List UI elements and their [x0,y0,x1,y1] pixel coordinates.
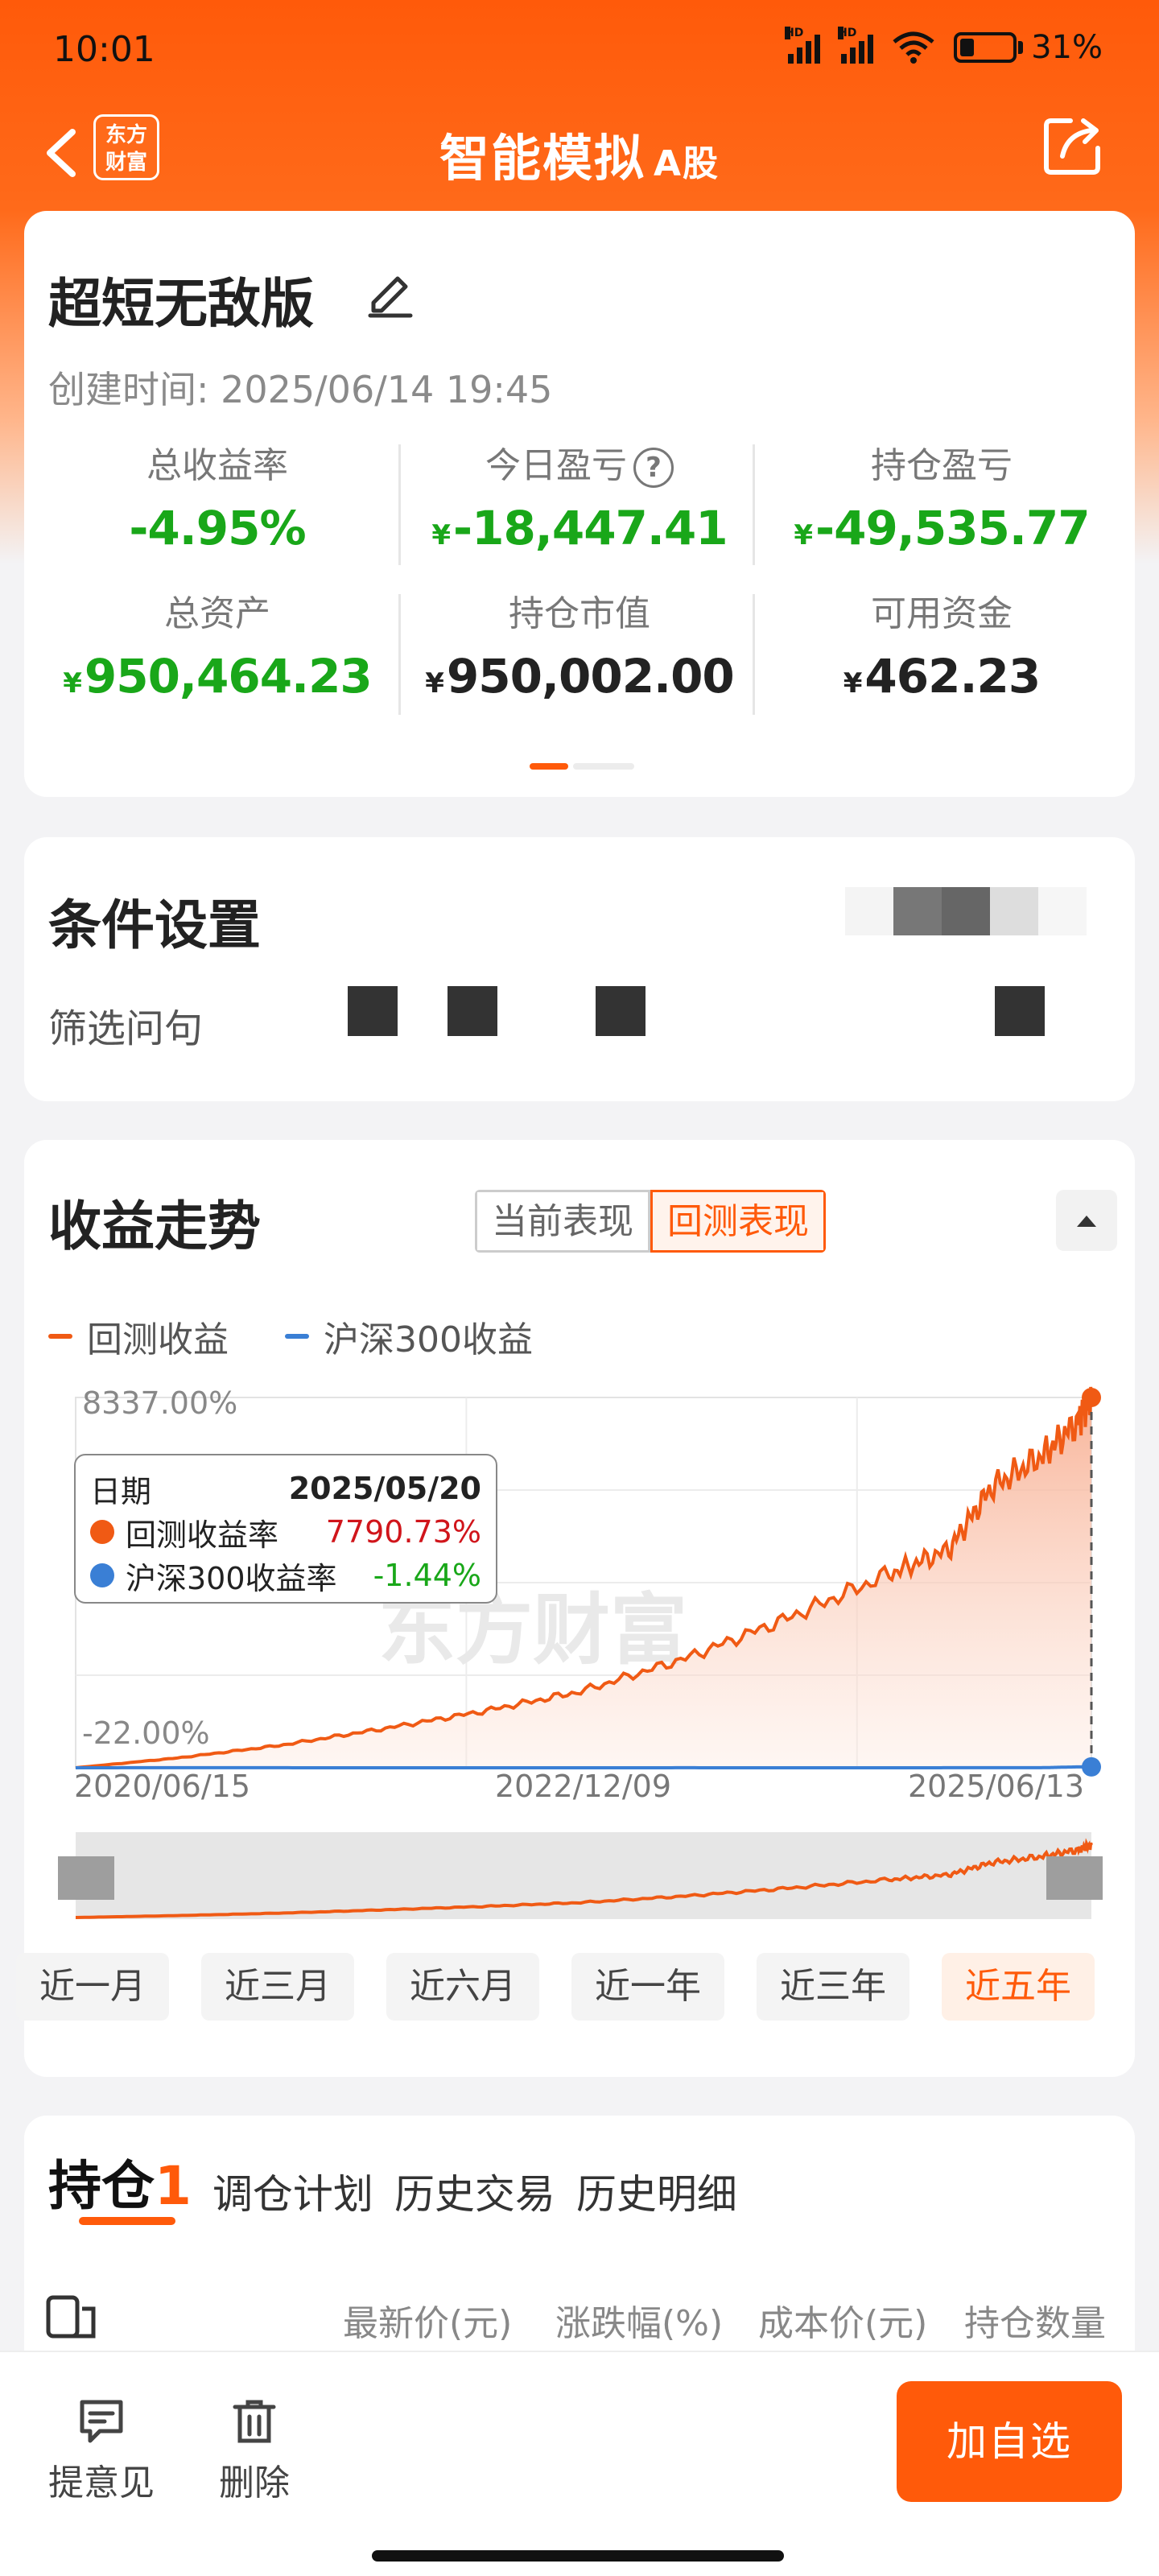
status-time: 10:01 [53,29,155,70]
tab-history-detail[interactable]: 历史明细 [576,2162,737,2220]
feedback-button[interactable]: 提意见 [37,2397,166,2505]
hs300-line [76,1765,1091,1769]
range-1m[interactable]: 近一月 [16,1953,169,2021]
tab-current[interactable]: 当前表现 [475,1190,650,1253]
backtest-marker [1082,1388,1101,1407]
bottom-bar: 提意见 删除 加自选 [0,2351,1159,2576]
metric-today-pnl[interactable]: 今日盈亏? ¥-18,447.41 [402,436,757,555]
metric-total-assets: 总资产 ¥950,464.23 [63,593,373,704]
metrics-grid: 总收益率 -4.95% 今日盈亏? ¥-18,447.41 持仓盈亏 ¥-49,… [24,436,1135,734]
chart-tooltip: 日期 2025/05/20 回测收益率 7790.73% 沪深300收益率 -1.44… [74,1454,497,1604]
y-label-min: -22.00% [82,1715,210,1751]
range-selector: 近一月 近三月 近六月 近一年 近三年 近五年 [16,1953,1135,2033]
home-indicator [372,2550,784,2562]
col-change-pct: 涨跌幅(%) [555,2303,724,2344]
x-label-mid: 2022/12/09 [495,1769,671,1804]
battery-level: 31% [1031,29,1103,66]
y-label-max: 8337.00% [82,1385,237,1421]
chart-legend: 回测收益 沪深300收益 [48,1311,533,1362]
signal-icon: HD [785,27,821,64]
account-name: 超短无敌版 [48,273,314,335]
divider [753,444,755,565]
performance-title: 收益走势 [48,1195,261,1257]
share-icon[interactable] [1038,111,1107,180]
page-indicator [530,763,634,770]
range-6m[interactable]: 近六月 [386,1953,539,2021]
tab-rebalance-plan[interactable]: 调仓计划 [212,2162,373,2220]
metric-position-pnl: 持仓盈亏 ¥-49,535.77 [794,445,1090,555]
collapse-icon[interactable] [1056,1190,1117,1251]
range-1y[interactable]: 近一年 [571,1953,724,2021]
metric-market-value: 持仓市值 ¥950,002.00 [425,593,735,704]
range-5y[interactable]: 近五年 [942,1953,1095,2021]
holdings-tabs: 持仓1 调仓计划 历史交易 历史明细 [48,2143,737,2220]
range-3y[interactable]: 近三年 [757,1953,909,2021]
status-bar: 10:01 HD HD 31% [0,0,1159,97]
col-cost-price: 成本价(元) [758,2303,928,2344]
tab-holdings[interactable]: 持仓1 [48,2143,192,2220]
legend-hs300: 沪深300收益 [324,1319,533,1360]
navigator-handle-left[interactable] [58,1856,114,1900]
feedback-icon [80,2400,123,2443]
metric-available-cash: 可用资金 ¥462.23 [843,593,1041,704]
redacted-block [995,986,1045,1036]
created-time: 创建时间: 2025/06/14 19:45 [48,368,553,411]
legend-backtest: 回测收益 [87,1319,229,1360]
divider [398,594,401,715]
nav-bar: 东方 财富 智能模拟 A股 [0,97,1159,209]
edit-icon[interactable] [362,266,419,322]
tab-trade-history[interactable]: 历史交易 [394,2162,555,2220]
tab-backtest[interactable]: 回测表现 [650,1190,826,1253]
signal-icon: HD [838,27,874,64]
holdings-count: 1 [155,2155,192,2217]
battery-icon: 31% [954,29,1103,66]
x-label-start: 2020/06/15 [74,1769,250,1804]
account-card: 超短无敌版 创建时间: 2025/06/14 19:45 总收益率 -4.95%… [24,211,1135,797]
redacted-block [596,986,645,1036]
hs300-marker [1082,1757,1101,1777]
switch-view-icon[interactable] [43,2293,100,2341]
redacted-block [448,986,497,1036]
page-title: 智能模拟 A股 [439,129,720,188]
performance-toggle: 当前表现 回测表现 [475,1190,826,1253]
conditions-title: 条件设置 [48,894,261,956]
metric-total-return: 总收益率 -4.95% [129,445,306,555]
wifi-icon [893,31,934,64]
range-3m[interactable]: 近三月 [201,1953,354,2021]
add-watchlist-button[interactable]: 加自选 [897,2381,1122,2502]
x-label-end: 2025/06/13 [908,1769,1084,1804]
trash-icon [233,2400,276,2443]
conditions-card: 条件设置 筛选问句 [24,837,1135,1101]
col-quantity: 持仓数量 [964,2303,1106,2344]
divider [753,594,755,715]
delete-button[interactable]: 删除 [190,2397,319,2505]
filter-query-label: 筛选问句 [48,1006,204,1051]
redacted-block [348,986,398,1036]
help-icon[interactable]: ? [633,448,674,488]
active-tab-indicator [79,2217,175,2225]
redacted-block [845,887,1087,935]
col-latest-price: 最新价(元) [343,2303,513,2344]
divider [398,444,401,565]
performance-card: 收益走势 当前表现 回测表现 回测收益 沪深300收益 东方财富 8337.00… [16,1140,1135,2077]
navigator-handle-right[interactable] [1046,1856,1103,1900]
